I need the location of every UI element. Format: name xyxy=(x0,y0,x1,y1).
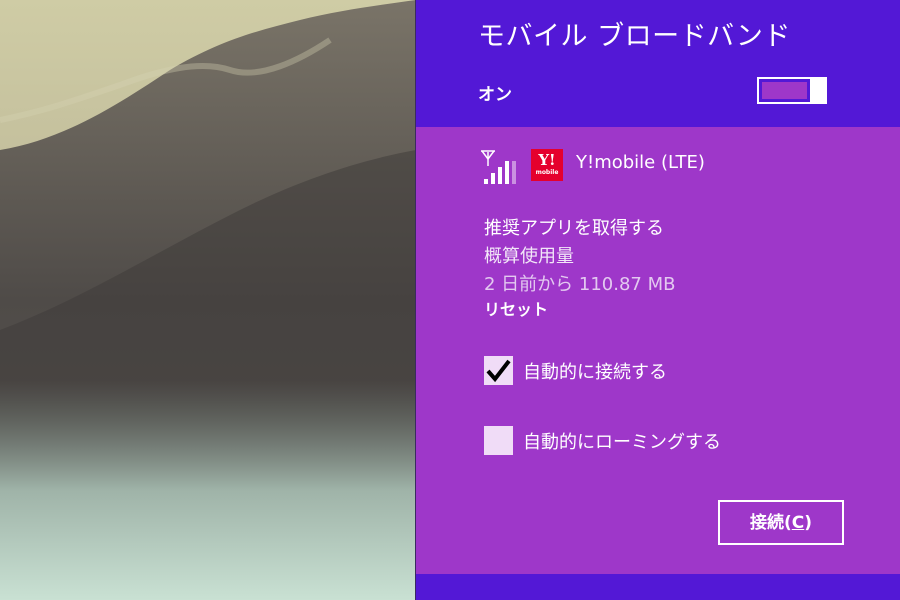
brand-logo-text: Y! xyxy=(538,151,556,169)
desktop-wallpaper xyxy=(0,0,416,600)
toggle-track-fill xyxy=(762,82,807,99)
brand-logo-subtext: mobile xyxy=(535,169,559,176)
usage-label: 概算使用量 xyxy=(484,246,574,267)
mobile-broadband-panel: モバイル ブロードバンド オン Y! mobile Y!mobile (LTE)… xyxy=(416,0,900,600)
toggle-thumb[interactable] xyxy=(810,77,827,104)
auto-connect-checkbox[interactable] xyxy=(484,356,513,385)
toggle-label: オン xyxy=(478,85,512,105)
connect-button[interactable]: 接続(C) xyxy=(718,500,844,545)
panel-header: モバイル ブロードバンド オン xyxy=(416,0,900,127)
ymobile-logo-icon: Y! mobile xyxy=(531,149,563,181)
mobile-broadband-toggle[interactable] xyxy=(757,77,827,104)
panel-footer xyxy=(416,574,900,600)
network-name: Y!mobile (LTE) xyxy=(576,152,705,173)
signal-strength-icon xyxy=(481,150,516,184)
connect-label-prefix: 接続( xyxy=(749,513,792,533)
auto-connect-label: 自動的に接続する xyxy=(523,362,667,383)
wallpaper-landscape-image xyxy=(0,0,416,600)
reset-link[interactable]: リセット xyxy=(484,296,548,320)
panel-title: モバイル ブロードバンド xyxy=(478,21,791,52)
network-item[interactable]: Y! mobile Y!mobile (LTE) xyxy=(478,148,778,188)
auto-roaming-checkbox[interactable] xyxy=(484,426,513,455)
get-recommended-app-link[interactable]: 推奨アプリを取得する xyxy=(484,214,664,240)
auto-roaming-label: 自動的にローミングする xyxy=(523,432,721,453)
connect-accelerator-key: C xyxy=(791,513,805,533)
checkmark-icon xyxy=(486,359,511,383)
usage-value: 2 日前から 110.87 MB xyxy=(484,274,676,295)
connect-label-suffix: ) xyxy=(804,513,813,533)
